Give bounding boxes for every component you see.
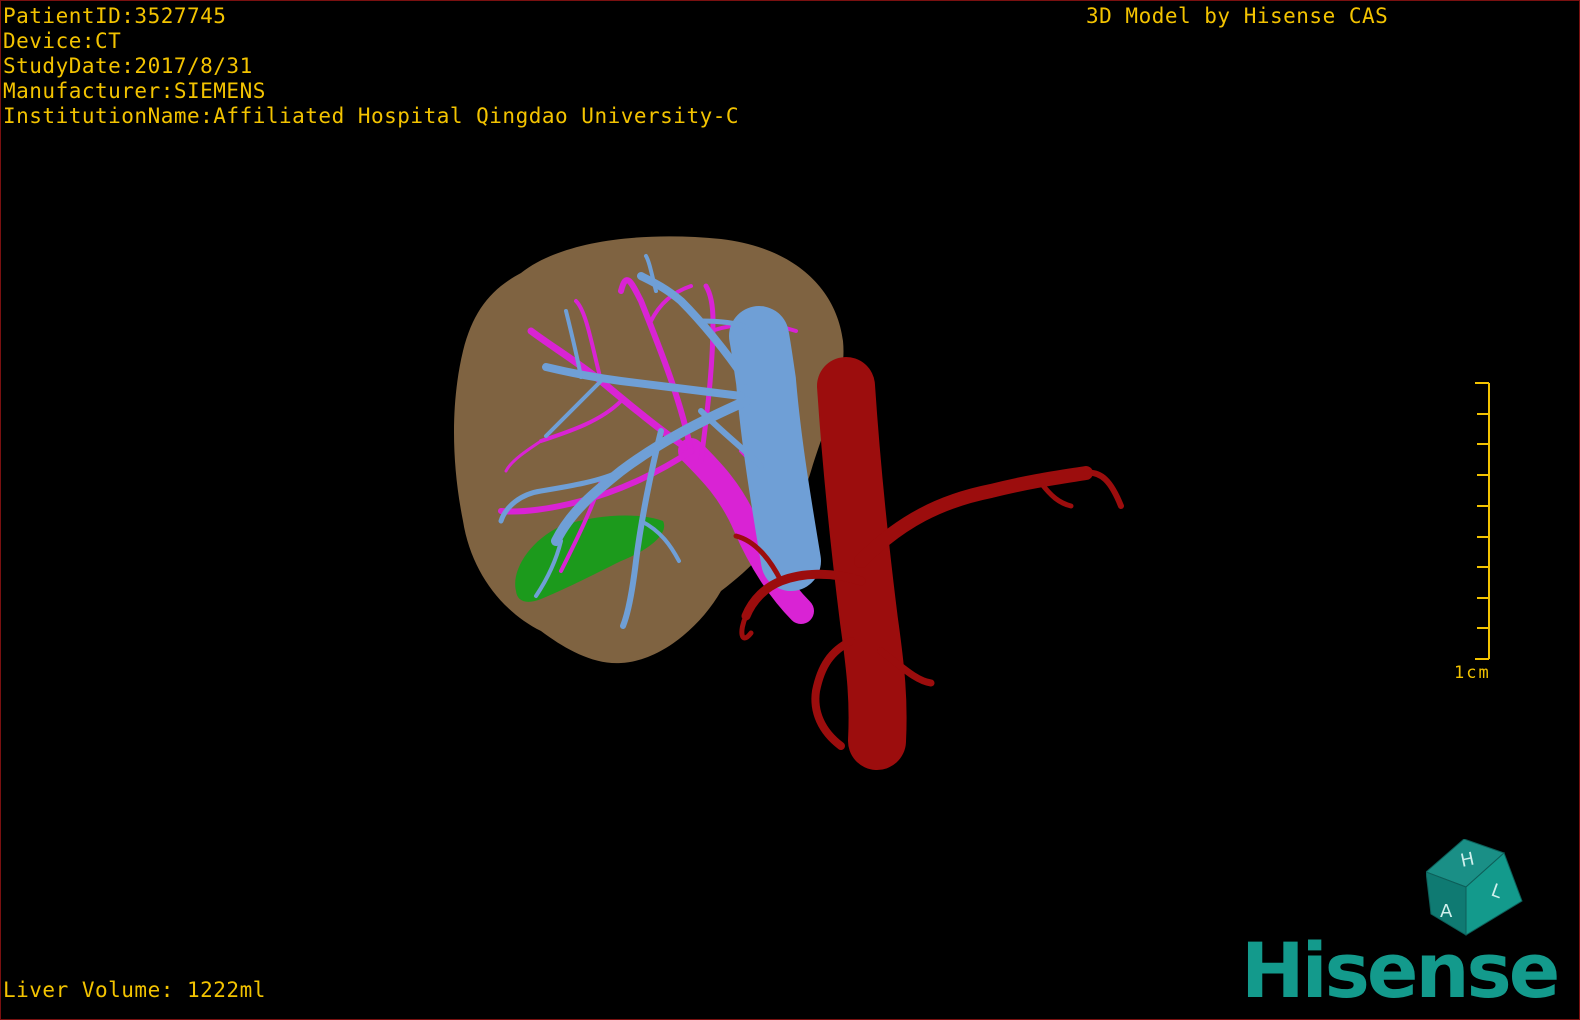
cube-face-left: A xyxy=(1440,901,1453,922)
scale-label: 1cm xyxy=(1454,663,1491,683)
3d-liver-model[interactable] xyxy=(1,1,1579,1019)
scale-bar xyxy=(1475,382,1490,660)
orientation-cube-icon[interactable]: H A L xyxy=(1426,839,1526,939)
liver-volume: Liver Volume: 1222ml xyxy=(3,978,266,1002)
hisense-logo: Hisense xyxy=(1241,926,1560,1015)
3d-viewport[interactable]: PatientID:3527745 Device:CT StudyDate:20… xyxy=(0,0,1580,1020)
